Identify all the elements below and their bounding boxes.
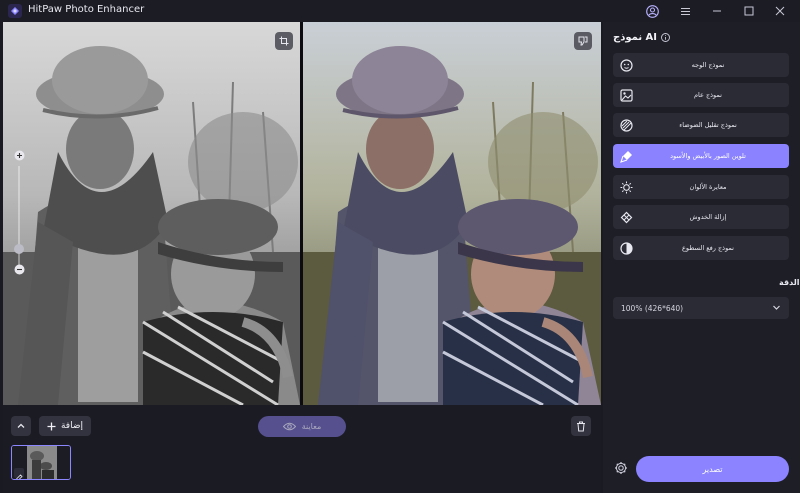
close-icon[interactable] — [771, 2, 789, 20]
resolution-value: 100% (426*640) — [621, 303, 684, 313]
bandage-icon — [619, 210, 633, 224]
info-icon[interactable] — [661, 33, 670, 42]
model-low-light-label: نموذج رفع السطوع — [681, 244, 734, 252]
account-icon[interactable] — [643, 2, 661, 20]
app-window: HitPaw Photo Enhancer إضافة معاينة نموذج… — [0, 0, 800, 493]
model-general-label: نموذج عام — [694, 91, 722, 99]
bottom-toolbar: إضافة معاينة — [3, 405, 601, 493]
maximize-icon[interactable] — [740, 2, 758, 20]
ai-model-panel: نموذج AI نموذج الوجه نموذج عام نموذج تقل… — [603, 22, 800, 493]
minimize-icon[interactable] — [708, 2, 726, 20]
app-logo-icon — [8, 4, 22, 18]
app-title: HitPaw Photo Enhancer — [28, 4, 145, 15]
feedback-icon[interactable] — [574, 32, 592, 50]
model-color-calibration[interactable]: معايرة الألوان — [613, 175, 789, 199]
image-thumbnail[interactable] — [11, 445, 71, 480]
crop-icon[interactable] — [275, 32, 293, 50]
original-image-pane — [3, 22, 300, 405]
preview-button[interactable]: معاينة — [258, 416, 346, 437]
export-button-label: تصدير — [702, 464, 723, 474]
eye-icon — [282, 422, 296, 431]
chevron-up-icon — [17, 423, 25, 428]
trash-icon — [577, 421, 585, 431]
export-button[interactable]: تصدير — [636, 456, 789, 482]
resolution-select[interactable]: 100% (426*640) — [613, 297, 789, 319]
resolution-label: الدقة — [779, 278, 800, 287]
model-face[interactable]: نموذج الوجه — [613, 53, 789, 77]
result-image-pane — [303, 22, 601, 405]
noise-icon — [619, 118, 633, 132]
delete-button[interactable] — [571, 416, 591, 436]
add-button[interactable]: إضافة — [39, 416, 91, 436]
collapse-button[interactable] — [11, 416, 31, 436]
model-low-light[interactable]: نموذج رفع السطوع — [613, 236, 789, 260]
original-photo — [3, 22, 300, 405]
model-color-calibration-label: معايرة الألوان — [689, 183, 727, 191]
model-scratch-removal-label: إزالة الخدوش — [689, 213, 727, 221]
image-icon — [619, 88, 633, 102]
contrast-icon — [619, 241, 633, 255]
image-viewer — [3, 22, 601, 405]
thumbnail-edit-icon[interactable] — [14, 468, 24, 479]
model-denoise-label: نموذج تقليل الضوضاء — [679, 121, 737, 129]
add-button-label: إضافة — [60, 421, 83, 431]
plus-icon — [47, 422, 56, 430]
preview-button-label: معاينة — [301, 422, 322, 431]
model-denoise[interactable]: نموذج تقليل الضوضاء — [613, 113, 789, 137]
colorized-photo — [303, 22, 601, 405]
chevron-down-icon — [773, 305, 780, 310]
gear-icon — [615, 462, 627, 474]
brush-icon — [619, 149, 633, 163]
zoom-in-icon[interactable] — [12, 148, 26, 162]
zoom-slider-handle[interactable] — [14, 244, 24, 254]
model-colorize[interactable]: تلوين الصور بالأبيض والأسود — [613, 144, 789, 168]
settings-button[interactable] — [613, 460, 629, 476]
panel-title: نموذج AI — [613, 32, 670, 43]
zoom-out-icon[interactable] — [12, 262, 26, 276]
sun-icon — [619, 180, 633, 194]
panel-title-label: نموذج AI — [613, 32, 658, 43]
menu-icon[interactable] — [676, 2, 694, 20]
face-icon — [619, 58, 633, 72]
title-bar: HitPaw Photo Enhancer — [0, 0, 800, 22]
model-scratch-removal[interactable]: إزالة الخدوش — [613, 205, 789, 229]
model-colorize-label: تلوين الصور بالأبيض والأسود — [670, 152, 746, 160]
model-general[interactable]: نموذج عام — [613, 83, 789, 107]
model-face-label: نموذج الوجه — [691, 61, 725, 69]
